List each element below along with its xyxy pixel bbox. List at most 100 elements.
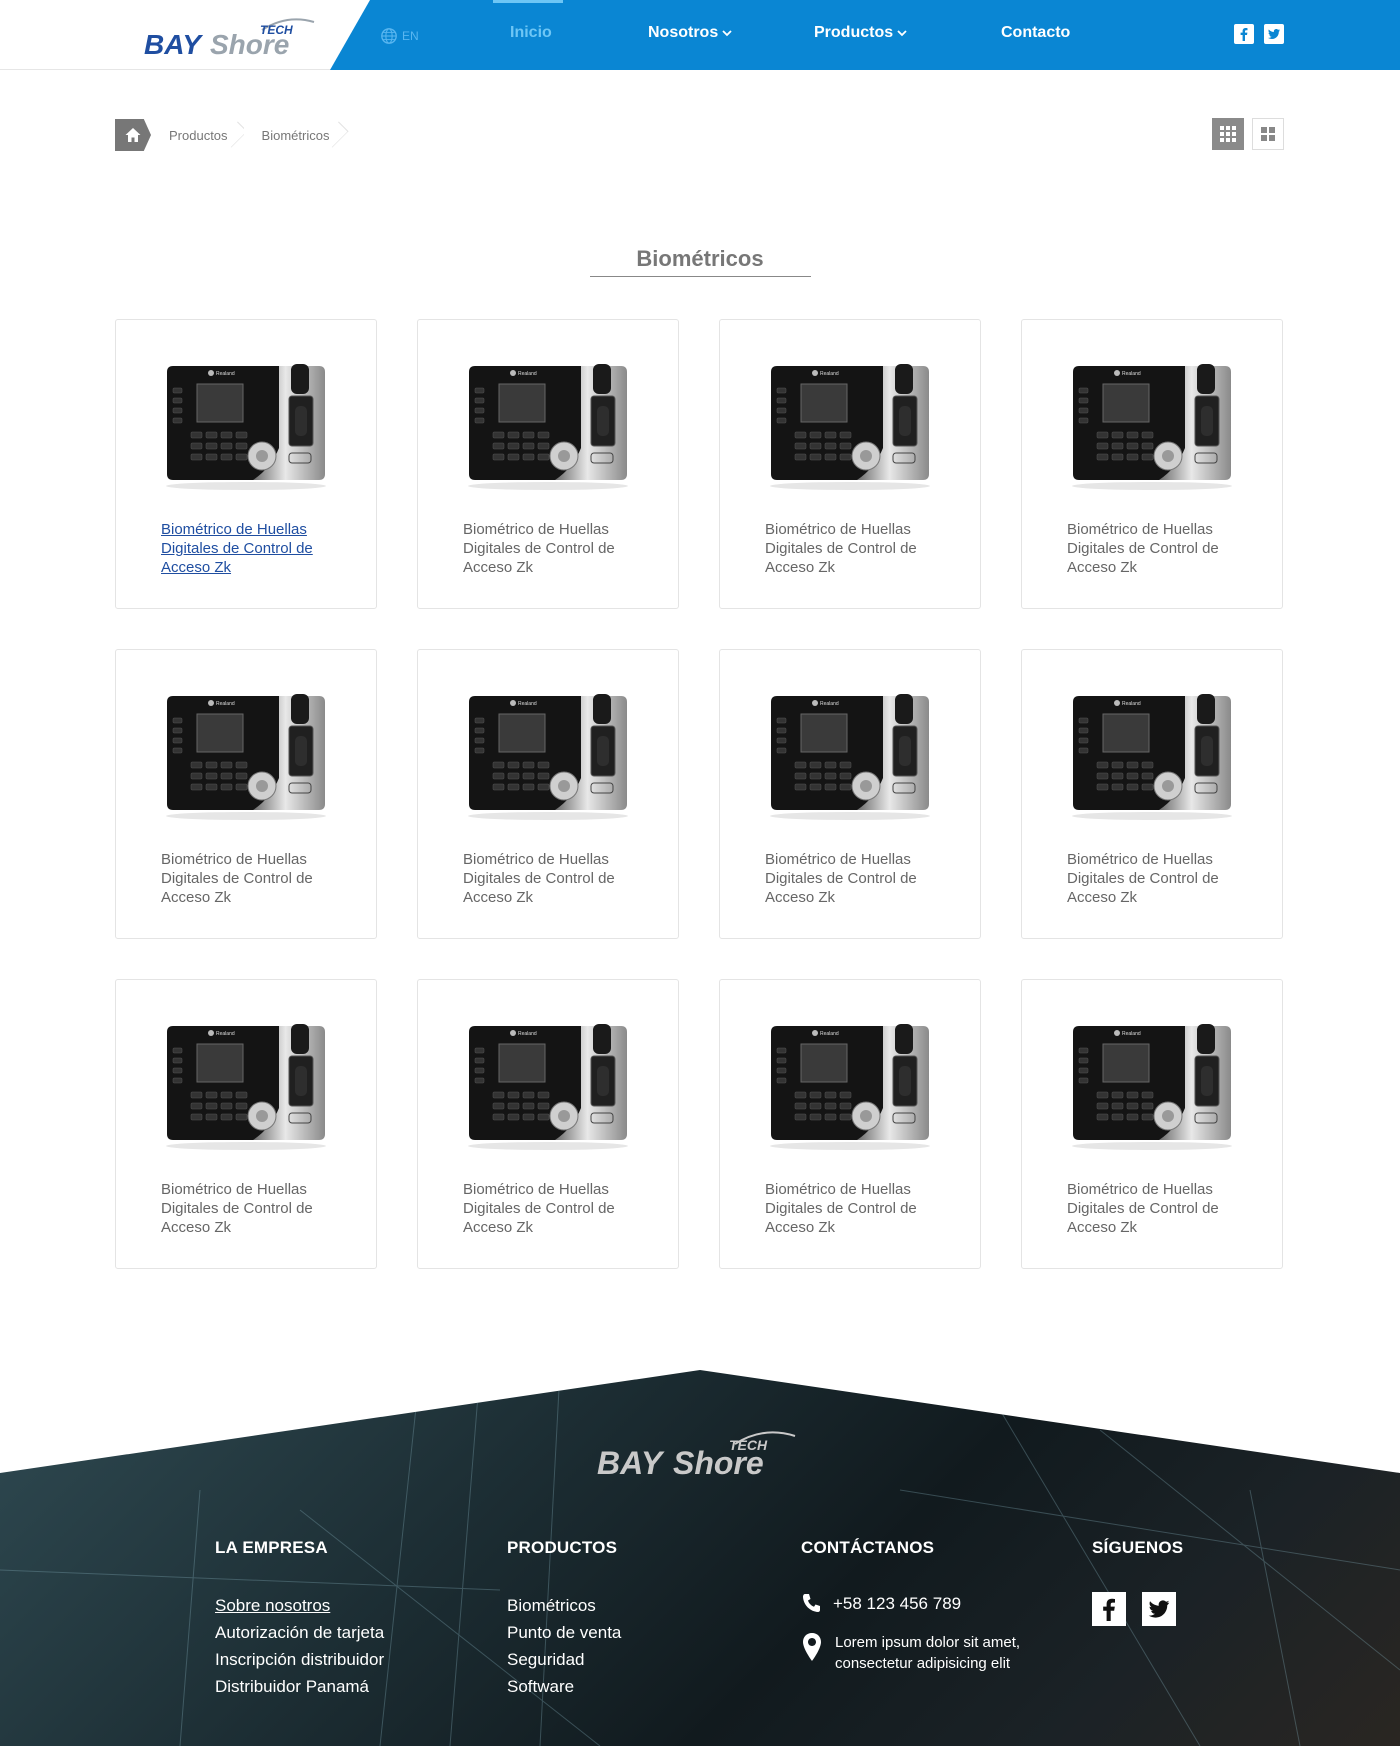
- product-image[interactable]: Realand: [1067, 1018, 1237, 1152]
- twitter-icon: [1268, 29, 1280, 39]
- footer-link-sobre-nosotros[interactable]: Sobre nosotros: [215, 1592, 384, 1619]
- page-title: Biométricos: [636, 246, 764, 271]
- product-brand-text: Realand: [216, 1031, 235, 1037]
- product-card[interactable]: Realand Biométrico de Huellas Digitales …: [1021, 319, 1283, 609]
- product-image[interactable]: Realand: [1067, 688, 1237, 822]
- product-card[interactable]: Realand Biométrico de Huellas Digitales …: [417, 319, 679, 609]
- product-image[interactable]: Realand: [463, 688, 633, 822]
- footer-heading-contacto: CONTÁCTANOS: [801, 1538, 935, 1557]
- grid-2x2-icon: [1261, 127, 1275, 141]
- product-title[interactable]: Biométrico de Huellas Digitales de Contr…: [161, 850, 336, 907]
- product-card[interactable]: Realand Biométrico de Huellas Digitales …: [115, 979, 377, 1269]
- breadcrumb-biometricos[interactable]: Biométricos: [243, 119, 346, 151]
- product-title[interactable]: Biométrico de Huellas Digitales de Contr…: [765, 1180, 940, 1237]
- chevron-down-icon: [722, 30, 732, 37]
- bayshore-logo[interactable]: TECH BAY Shore: [142, 12, 322, 58]
- footer-phone-row: +58 123 456 789: [801, 1592, 1020, 1616]
- product-brand-text: Realand: [518, 1031, 537, 1037]
- footer-address-line2: consectetur adipisicing elit: [835, 1655, 1011, 1672]
- footer-link-distribuidor-panama[interactable]: Distribuidor Panamá: [215, 1673, 384, 1700]
- product-image[interactable]: Realand: [161, 1018, 331, 1152]
- nav-inicio[interactable]: Inicio: [510, 24, 552, 42]
- product-card[interactable]: Realand Biométrico de Huellas Digitales …: [719, 319, 981, 609]
- facebook-icon: [1103, 1598, 1115, 1621]
- product-card[interactable]: Realand Biométrico de Huellas Digitales …: [1021, 649, 1283, 939]
- product-image[interactable]: Realand: [463, 1018, 633, 1152]
- product-brand-text: Realand: [216, 701, 235, 707]
- breadcrumb-productos[interactable]: Productos: [151, 119, 244, 151]
- facebook-icon: [1240, 28, 1248, 41]
- header-facebook-link[interactable]: [1234, 24, 1254, 44]
- location-pin-icon: [803, 1633, 821, 1661]
- footer-phone[interactable]: +58 123 456 789: [833, 1592, 961, 1616]
- product-card[interactable]: Realand Biométrico de Huellas Digitales …: [417, 649, 679, 939]
- product-image[interactable]: Realand: [765, 688, 935, 822]
- product-title[interactable]: Biométrico de Huellas Digitales de Contr…: [1067, 520, 1242, 577]
- nav-active-indicator: [493, 0, 563, 3]
- footer-col-contacto: CONTÁCTANOS +58 123 456 789 Lorem ipsum …: [801, 1538, 1020, 1690]
- breadcrumb-home[interactable]: [115, 119, 151, 151]
- product-brand-text: Realand: [1122, 1031, 1141, 1037]
- product-card[interactable]: Realand Biométrico de Huellas Digitales …: [115, 319, 377, 609]
- footer-heading-siguenos: SÍGUENOS: [1092, 1538, 1184, 1557]
- footer-col-empresa: LA EMPRESA Sobre nosotros Autorización d…: [215, 1538, 384, 1700]
- nav-inicio-label: Inicio: [510, 24, 552, 41]
- footer-facebook-link[interactable]: [1092, 1592, 1126, 1626]
- footer-link-autorizacion[interactable]: Autorización de tarjeta: [215, 1619, 384, 1646]
- title-underline: [590, 276, 811, 277]
- header-twitter-link[interactable]: [1264, 24, 1284, 44]
- footer-bayshore-logo[interactable]: TECH BAY Shore: [595, 1426, 805, 1478]
- product-title[interactable]: Biométrico de Huellas Digitales de Contr…: [1067, 850, 1242, 907]
- product-image[interactable]: Realand: [765, 358, 935, 492]
- footer-col-productos: PRODUCTOS Biométricos Punto de venta Seg…: [507, 1538, 621, 1700]
- footer-link-seguridad[interactable]: Seguridad: [507, 1646, 621, 1673]
- nav-productos[interactable]: Productos: [814, 24, 907, 42]
- product-title[interactable]: Biométrico de Huellas Digitales de Contr…: [765, 520, 940, 577]
- product-image[interactable]: Realand: [161, 358, 331, 492]
- footer-heading-productos: PRODUCTOS: [507, 1538, 618, 1557]
- language-switch[interactable]: EN: [380, 26, 419, 46]
- footer-address-row: Lorem ipsum dolor sit amet, consectetur …: [801, 1632, 1020, 1674]
- grid-3x3-icon: [1220, 126, 1236, 142]
- footer-heading-empresa: LA EMPRESA: [215, 1538, 328, 1557]
- nav-contacto[interactable]: Contacto: [1001, 24, 1070, 42]
- product-card[interactable]: Realand Biométrico de Huellas Digitales …: [719, 649, 981, 939]
- footer-address: Lorem ipsum dolor sit amet, consectetur …: [835, 1632, 1020, 1674]
- product-brand-text: Realand: [216, 371, 235, 377]
- product-brand-text: Realand: [1122, 701, 1141, 707]
- product-card[interactable]: Realand Biométrico de Huellas Digitales …: [115, 649, 377, 939]
- svg-text:BAY: BAY: [144, 29, 203, 58]
- nav-nosotros-label: Nosotros: [648, 24, 719, 41]
- product-image[interactable]: Realand: [161, 688, 331, 822]
- product-title[interactable]: Biométrico de Huellas Digitales de Contr…: [161, 1180, 336, 1237]
- product-brand-text: Realand: [820, 701, 839, 707]
- product-image[interactable]: Realand: [765, 1018, 935, 1152]
- product-card[interactable]: Realand Biométrico de Huellas Digitales …: [719, 979, 981, 1269]
- view-grid-2x2-button[interactable]: [1252, 118, 1284, 150]
- product-card[interactable]: Realand Biométrico de Huellas Digitales …: [1021, 979, 1283, 1269]
- footer-col-siguenos: SÍGUENOS: [1092, 1538, 1183, 1626]
- footer-twitter-link[interactable]: [1142, 1592, 1176, 1626]
- breadcrumb-productos-label: Productos: [169, 127, 228, 143]
- nav-nosotros[interactable]: Nosotros: [648, 24, 732, 42]
- product-title[interactable]: Biométrico de Huellas Digitales de Contr…: [1067, 1180, 1242, 1237]
- product-image[interactable]: Realand: [1067, 358, 1237, 492]
- product-title[interactable]: Biométrico de Huellas Digitales de Contr…: [765, 850, 940, 907]
- product-title[interactable]: Biométrico de Huellas Digitales de Contr…: [463, 850, 638, 907]
- chevron-down-icon: [897, 30, 907, 37]
- footer-link-punto-de-venta[interactable]: Punto de venta: [507, 1619, 621, 1646]
- product-title[interactable]: Biométrico de Huellas Digitales de Contr…: [161, 520, 336, 577]
- nav-productos-label: Productos: [814, 24, 894, 41]
- view-grid-3x3-button[interactable]: [1212, 118, 1244, 150]
- footer-link-biometricos[interactable]: Biométricos: [507, 1592, 621, 1619]
- product-brand-text: Realand: [820, 1031, 839, 1037]
- footer-link-software[interactable]: Software: [507, 1673, 621, 1700]
- product-brand-text: Realand: [1122, 371, 1141, 377]
- product-title[interactable]: Biométrico de Huellas Digitales de Contr…: [463, 520, 638, 577]
- product-image[interactable]: Realand: [463, 358, 633, 492]
- footer-link-inscripcion[interactable]: Inscripción distribuidor: [215, 1646, 384, 1673]
- svg-text:Shore: Shore: [673, 1445, 764, 1478]
- product-card[interactable]: Realand Biométrico de Huellas Digitales …: [417, 979, 679, 1269]
- footer-address-line1: Lorem ipsum dolor sit amet,: [835, 1634, 1021, 1651]
- product-title[interactable]: Biométrico de Huellas Digitales de Contr…: [463, 1180, 638, 1237]
